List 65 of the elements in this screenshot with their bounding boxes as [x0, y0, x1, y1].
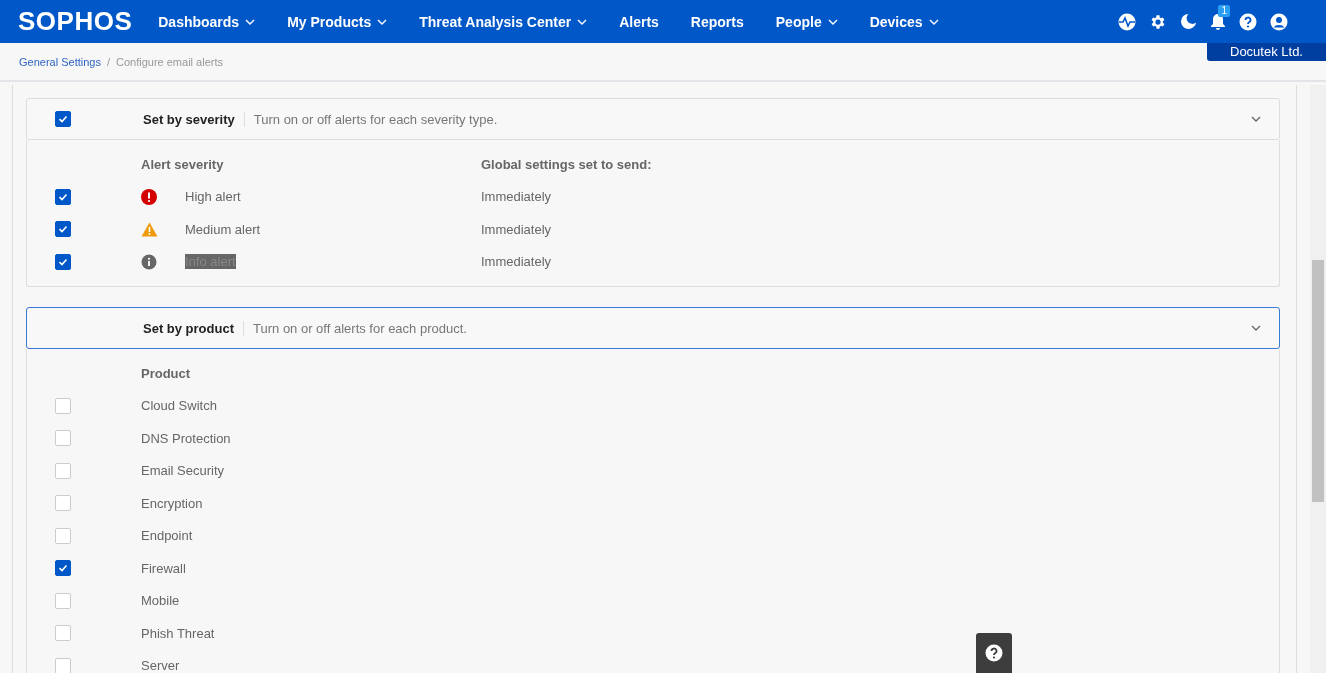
checkmark-icon: [58, 563, 68, 574]
notification-badge: 1: [1218, 4, 1230, 17]
checkbox[interactable]: [55, 111, 71, 127]
chevron-down-icon[interactable]: [1251, 325, 1261, 331]
chevron-down-icon: [827, 18, 838, 25]
checkmark-icon: [58, 256, 68, 267]
checkbox[interactable]: [55, 188, 71, 205]
section-header[interactable]: Set by product Turn on or off alerts for each product.: [26, 307, 1280, 349]
column-header: Global settings set to send:: [481, 156, 653, 172]
bell-icon[interactable]: [1210, 12, 1226, 31]
info-circle-icon: [141, 253, 157, 270]
breadcrumb-link[interactable]: General Settings: [19, 55, 101, 68]
account-name-tab[interactable]: Docutek Ltd.: [1207, 43, 1326, 61]
help-icon[interactable]: [1239, 12, 1257, 31]
column-header: Alert severity: [141, 156, 225, 172]
section-title: Set by severity: [143, 111, 235, 127]
settings-icon[interactable]: [1149, 12, 1167, 31]
section-title: Set by product: [143, 320, 234, 336]
checkbox[interactable]: [55, 560, 71, 577]
help-button[interactable]: [976, 633, 1012, 673]
exclamation-circle-icon: [141, 188, 157, 205]
chevron-down-icon: [377, 18, 388, 25]
severity-label: Medium alert: [185, 221, 262, 237]
warning-triangle-icon: [141, 221, 158, 237]
checkbox[interactable]: [55, 253, 71, 270]
nav-menu-item[interactable]: My Products: [287, 13, 388, 30]
product-name: Server: [141, 658, 181, 673]
product-name: Mobile: [141, 593, 181, 609]
chevron-down-icon[interactable]: [1251, 116, 1261, 122]
chevron-down-icon: [245, 18, 256, 25]
logo[interactable]: SOPHOS: [18, 6, 133, 37]
nav-menu-item[interactable]: Reports: [690, 13, 744, 30]
section-description: Turn on or off alerts for each product.: [243, 320, 467, 336]
product-name: Email Security: [141, 463, 226, 479]
section-header[interactable]: Set by severity Turn on or off alerts for each severity type.: [26, 98, 1280, 140]
pulse-icon[interactable]: [1118, 12, 1136, 31]
product-name: Phish Threat: [141, 625, 216, 641]
column-header: Product: [141, 365, 192, 381]
product-name: Encryption: [141, 495, 204, 511]
product-name: Endpoint: [141, 528, 194, 544]
nav-menu-item[interactable]: Threat Analysis Center: [419, 13, 588, 30]
product-name: Cloud Switch: [141, 398, 218, 414]
severity-label: High alert: [185, 189, 242, 205]
moon-icon[interactable]: [1180, 13, 1197, 30]
product-name: DNS Protection: [141, 430, 232, 446]
help-icon: [985, 644, 1003, 662]
breadcrumb-current: Configure email alerts: [116, 55, 223, 68]
send-frequency: Immediately: [481, 189, 553, 205]
nav-menu-item[interactable]: Dashboards: [158, 13, 256, 30]
nav-menu-item[interactable]: People: [775, 13, 838, 30]
user-icon[interactable]: [1270, 12, 1288, 31]
checkbox[interactable]: [55, 221, 71, 238]
checkmark-icon: [58, 224, 68, 235]
chevron-down-icon: [928, 18, 939, 25]
nav-menu-item[interactable]: Alerts: [619, 13, 659, 30]
send-frequency: Immediately: [481, 254, 553, 270]
scrollbar-drawing[interactable]: [1310, 85, 1326, 673]
checkmark-icon: [58, 114, 68, 124]
breadcrumb-separator: /: [106, 55, 110, 68]
section-description: Turn on or off alerts for each severity type.: [243, 111, 498, 127]
product-name: Firewall: [141, 560, 187, 576]
checkmark-icon: [58, 191, 68, 202]
nav-menu-item[interactable]: Devices: [869, 13, 939, 30]
send-frequency: Immediately: [481, 221, 553, 237]
chevron-down-icon: [577, 18, 588, 25]
